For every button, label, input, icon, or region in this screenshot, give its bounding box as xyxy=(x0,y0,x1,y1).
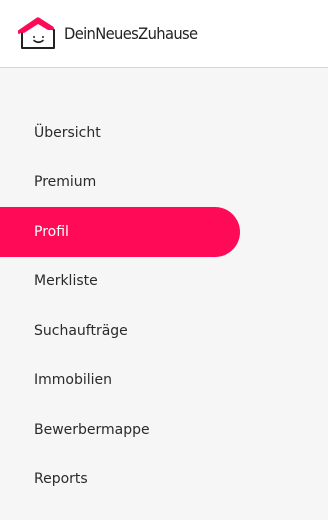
nav-item-label: Merkliste xyxy=(34,273,98,290)
nav-item-merkliste[interactable]: Merkliste xyxy=(0,257,328,307)
nav-item-label: Suchaufträge xyxy=(34,322,128,339)
app-window: DeinNeuesZuhause Übersicht Premium Profi… xyxy=(0,0,328,520)
nav-item-label: Immobilien xyxy=(34,372,113,389)
brand-logo-link[interactable]: DeinNeuesZuhause xyxy=(18,16,209,51)
nav-item-premium[interactable]: Premium xyxy=(0,158,328,208)
nav-item-reports[interactable]: Reports xyxy=(0,455,328,505)
nav-item-label: Profil xyxy=(34,223,69,240)
smiling-house-icon xyxy=(18,16,55,49)
nav-item-label: Übersicht xyxy=(34,124,101,141)
nav-item-suchauftraege[interactable]: Suchaufträge xyxy=(0,306,328,356)
brand-name: DeinNeuesZuhause xyxy=(64,24,198,43)
sidebar-nav: Übersicht Premium Profil Merkliste Sucha… xyxy=(0,108,328,504)
nav-item-label: Reports xyxy=(34,471,88,488)
nav-item-uebersicht[interactable]: Übersicht xyxy=(0,108,328,158)
top-header: DeinNeuesZuhause xyxy=(0,0,328,68)
nav-item-label: Premium xyxy=(34,174,97,191)
nav-item-label: Bewerbermappe xyxy=(34,421,150,438)
nav-item-bewerbermappe[interactable]: Bewerbermappe xyxy=(0,405,328,455)
nav-item-immobilien[interactable]: Immobilien xyxy=(0,356,328,406)
nav-item-profil[interactable]: Profil xyxy=(0,207,240,257)
